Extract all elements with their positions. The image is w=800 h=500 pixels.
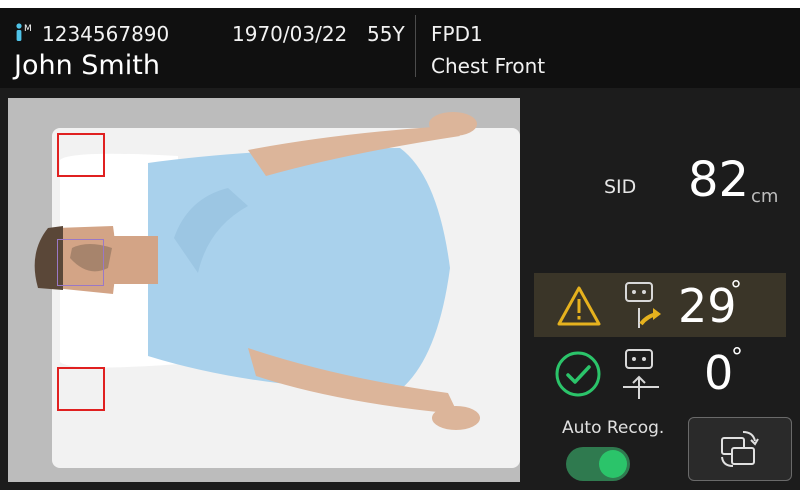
rotate-swap-icon: [721, 431, 759, 467]
top-edge: [0, 0, 800, 8]
male-patient-icon: M: [16, 23, 32, 41]
detector-tilt-icon: [625, 282, 661, 328]
header-divider: [415, 15, 416, 77]
warning-triangle-icon: [557, 286, 601, 326]
protocol-name: Chest Front: [431, 54, 546, 78]
bottom-edge: [0, 490, 800, 500]
birth-date: 1970/03/22: [232, 22, 348, 46]
patient-name: John Smith: [14, 50, 160, 81]
level-angle-unit: °: [731, 343, 743, 371]
tilt-angle-value: 29: [678, 279, 737, 333]
auto-recog-toggle[interactable]: [566, 447, 630, 481]
patient-id: 1234567890: [42, 22, 170, 46]
check-circle-icon: [555, 351, 601, 397]
rotate-view-button[interactable]: [688, 417, 792, 481]
toggle-knob: [599, 450, 627, 478]
tilt-angle-unit: °: [730, 276, 742, 304]
level-angle-value: 0: [704, 346, 734, 400]
roi-marker-bottom: [57, 367, 105, 411]
detector-name: FPD1: [431, 22, 483, 46]
auto-recog-label: Auto Recog.: [562, 418, 665, 438]
roi-marker-top: [57, 133, 105, 177]
sid-label: SID: [604, 176, 637, 198]
face-detection-box: [57, 239, 104, 286]
sid-value: 82: [688, 152, 750, 208]
svg-text:M: M: [24, 24, 32, 34]
detector-level-icon: [623, 349, 659, 399]
patient-age: 55Y: [367, 22, 405, 46]
camera-view[interactable]: [8, 98, 520, 482]
sid-unit: cm: [751, 186, 779, 207]
